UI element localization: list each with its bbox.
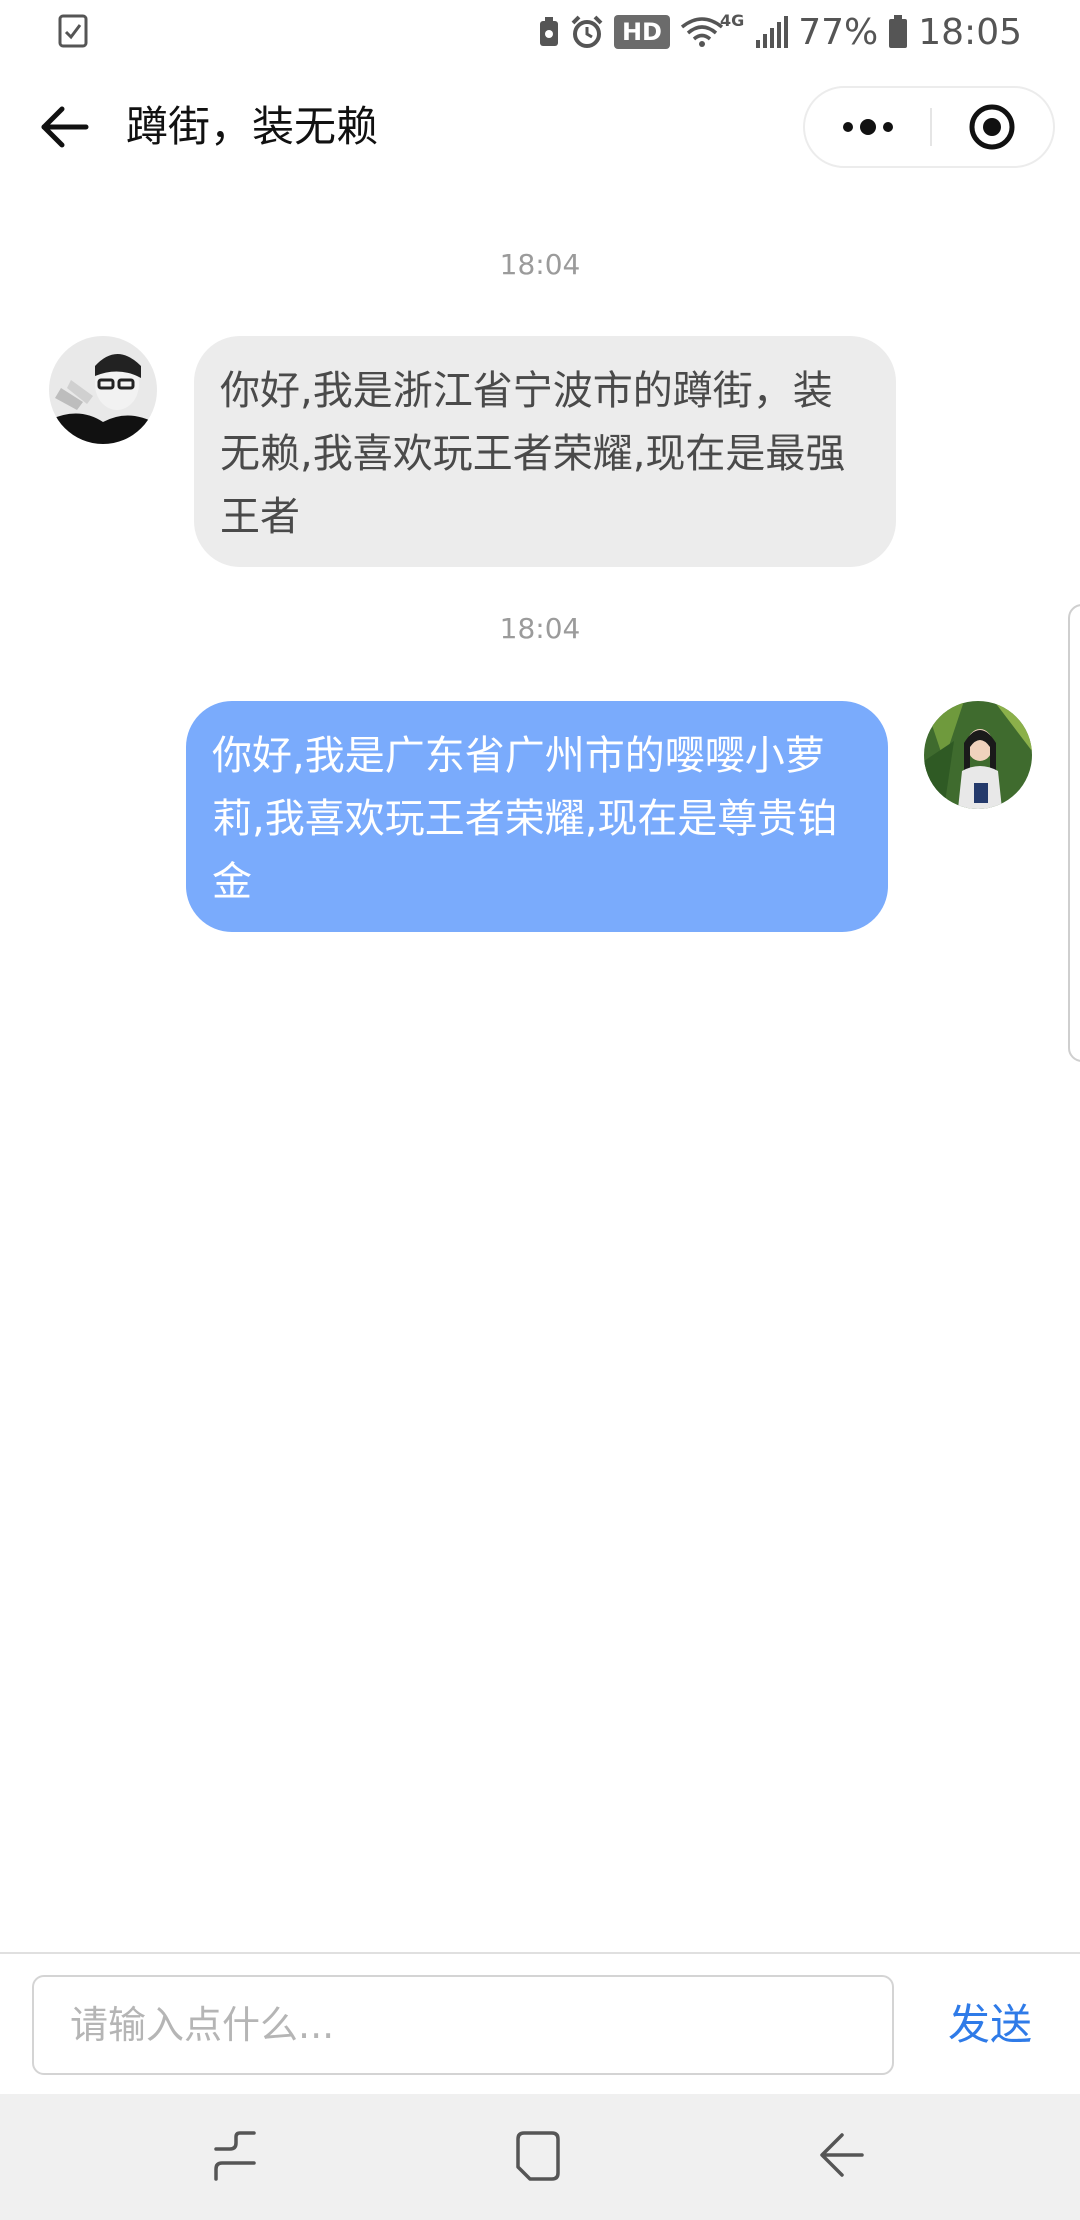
recent-apps-icon <box>214 2131 256 2181</box>
system-back-button[interactable] <box>812 2127 872 2187</box>
back-icon <box>820 2133 864 2177</box>
home-icon <box>516 2131 560 2181</box>
mini-program-capsule <box>803 86 1055 168</box>
home-button[interactable] <box>508 2127 568 2187</box>
hd-voice-icon: HD <box>613 15 670 49</box>
arrow-left-icon <box>41 106 89 148</box>
side-drawer-handle[interactable] <box>1068 604 1080 1062</box>
signal-icon <box>756 16 789 48</box>
more-button[interactable] <box>805 88 931 166</box>
send-button[interactable]: 发送 <box>930 1975 1050 2075</box>
battery-percent: 77% <box>798 11 879 53</box>
message-input[interactable] <box>32 1975 894 2075</box>
sender-avatar[interactable] <box>49 336 157 444</box>
outgoing-message-bubble[interactable]: 你好,我是广东省广州市的嘤嘤小萝莉,我喜欢玩王者荣耀,现在是尊贵铂金 <box>186 701 888 932</box>
status-bar: HD 4G 77% 18:05 <box>0 0 1080 64</box>
status-icons: HD 4G 77% 18:05 <box>538 0 1022 64</box>
app-header: 蹲街，装无赖 <box>0 64 1080 190</box>
target-circle-icon <box>969 104 1015 150</box>
notification-icon <box>58 14 88 48</box>
battery-saver-icon <box>539 17 558 46</box>
avatar-image-icon <box>49 336 157 444</box>
own-avatar[interactable] <box>924 701 1032 809</box>
message-timestamp: 18:04 <box>499 248 581 281</box>
network-type-label: 4G <box>719 10 745 30</box>
incoming-message-bubble[interactable]: 你好,我是浙江省宁波市的蹲街，装无赖,我喜欢玩王者荣耀,现在是最强王者 <box>194 336 896 567</box>
more-dots-icon <box>843 119 893 135</box>
battery-icon <box>889 15 908 48</box>
message-input-bar: 发送 <box>0 1952 1080 2096</box>
alarm-icon <box>571 15 603 48</box>
page-title: 蹲街，装无赖 <box>126 102 379 151</box>
back-button[interactable] <box>36 94 92 160</box>
system-nav-bar <box>0 2094 1080 2220</box>
wifi-icon <box>680 17 724 47</box>
status-clock: 18:05 <box>918 11 1022 53</box>
avatar-image-icon <box>924 701 1032 809</box>
close-mini-program-button[interactable] <box>932 88 1055 166</box>
message-timestamp: 18:04 <box>499 612 581 645</box>
recent-apps-button[interactable] <box>206 2127 266 2187</box>
